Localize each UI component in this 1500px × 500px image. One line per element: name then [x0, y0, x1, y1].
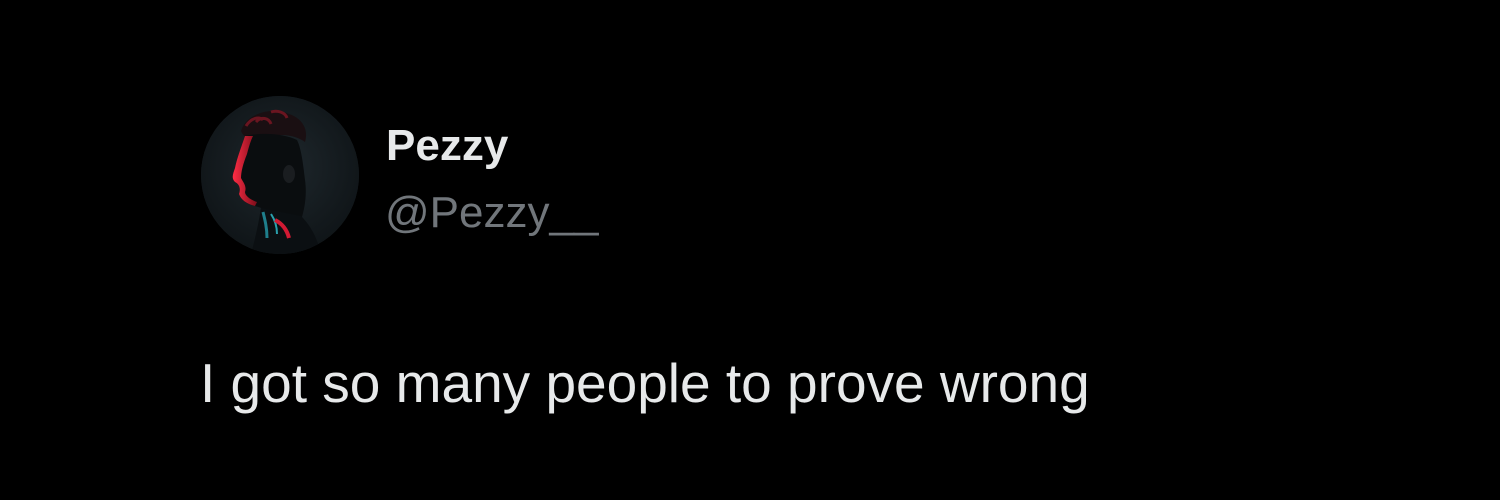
display-name[interactable]: Pezzy — [386, 118, 508, 174]
tweet-text: I got so many people to prove wrong — [200, 352, 1090, 414]
username-handle[interactable]: @Pezzy__ — [385, 185, 598, 241]
tweet-card: Pezzy @Pezzy__ I got so many people to p… — [0, 0, 1500, 500]
profile-silhouette-icon — [201, 96, 359, 254]
avatar[interactable] — [201, 96, 359, 254]
